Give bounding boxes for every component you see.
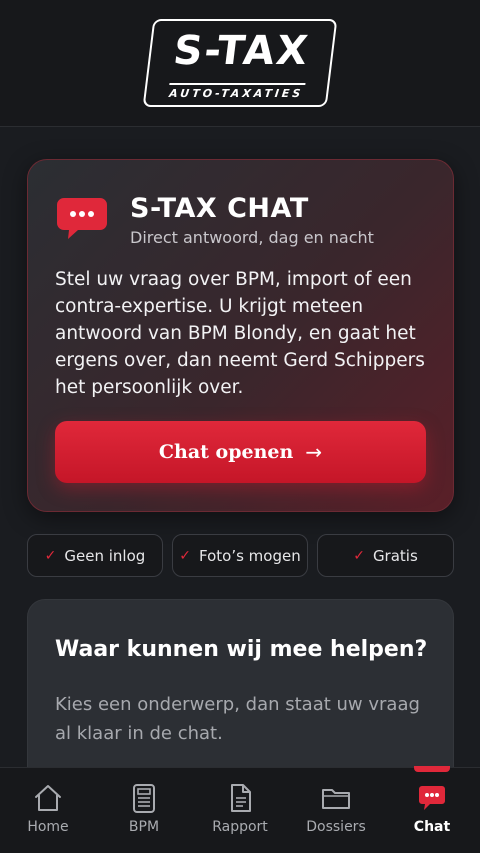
nav-item-bpm[interactable]: BPM [99, 768, 189, 853]
check-icon: ✓ [44, 547, 57, 564]
logo-main-text: S-TAX [170, 28, 313, 74]
calculator-icon [133, 784, 155, 813]
chat-card-subtitle: Direct antwoord, dag en nacht [130, 228, 374, 247]
feature-label: Gratis [372, 546, 418, 565]
folder-icon [322, 789, 350, 809]
document-icon [231, 784, 251, 812]
chat-card-description: Stel uw vraag over BPM, import of een co… [55, 269, 425, 398]
feature-chips: ✓ Geen inlog ✓ Foto’s mogen ✓ Gratis [27, 534, 454, 577]
nav-label: Dossiers [306, 819, 366, 835]
app-header: S-TAX AUTO-TAXATIES [0, 0, 480, 127]
nav-label: Home [27, 819, 69, 835]
logo-sub-text: AUTO-TAXATIES [167, 83, 306, 100]
nav-item-home[interactable]: Home [3, 768, 93, 853]
open-chat-button[interactable]: Chat openen → [55, 421, 426, 483]
s-tax-logo[interactable]: S-TAX AUTO-TAXATIES [142, 19, 338, 107]
chat-card: S-TAX CHAT Direct antwoord, dag en nacht… [27, 159, 454, 512]
nav-item-chat[interactable]: Chat [387, 768, 477, 853]
arrow-right-icon: → [305, 440, 323, 464]
help-title: Waar kunnen wij mee helpen? [55, 637, 428, 662]
nav-label: BPM [128, 819, 160, 835]
feature-chip-no-login: ✓ Geen inlog [27, 534, 163, 577]
nav-label: Rapport [212, 819, 268, 835]
open-chat-label: Chat openen [158, 441, 294, 463]
feature-label: Foto’s mogen [199, 546, 301, 565]
check-icon: ✓ [179, 547, 191, 564]
help-description: Kies een onderwerp, dan staat uw vraag a… [55, 694, 420, 744]
feature-chip-photos: ✓ Foto’s mogen [172, 534, 308, 577]
chat-bubble-icon [419, 786, 445, 810]
feature-chip-free: ✓ Gratis [317, 534, 454, 577]
nav-item-dossiers[interactable]: Dossiers [291, 768, 381, 853]
check-icon: ✓ [353, 547, 365, 564]
bottom-navigation: Home BPM Rapport Dossiers Chat [0, 766, 480, 853]
nav-label: Chat [413, 819, 451, 835]
nav-item-rapport[interactable]: Rapport [195, 768, 285, 853]
chat-bubble-icon [56, 197, 108, 241]
feature-label: Geen inlog [64, 546, 146, 565]
chat-card-title: S-TAX CHAT [130, 193, 309, 224]
home-icon [35, 785, 61, 811]
